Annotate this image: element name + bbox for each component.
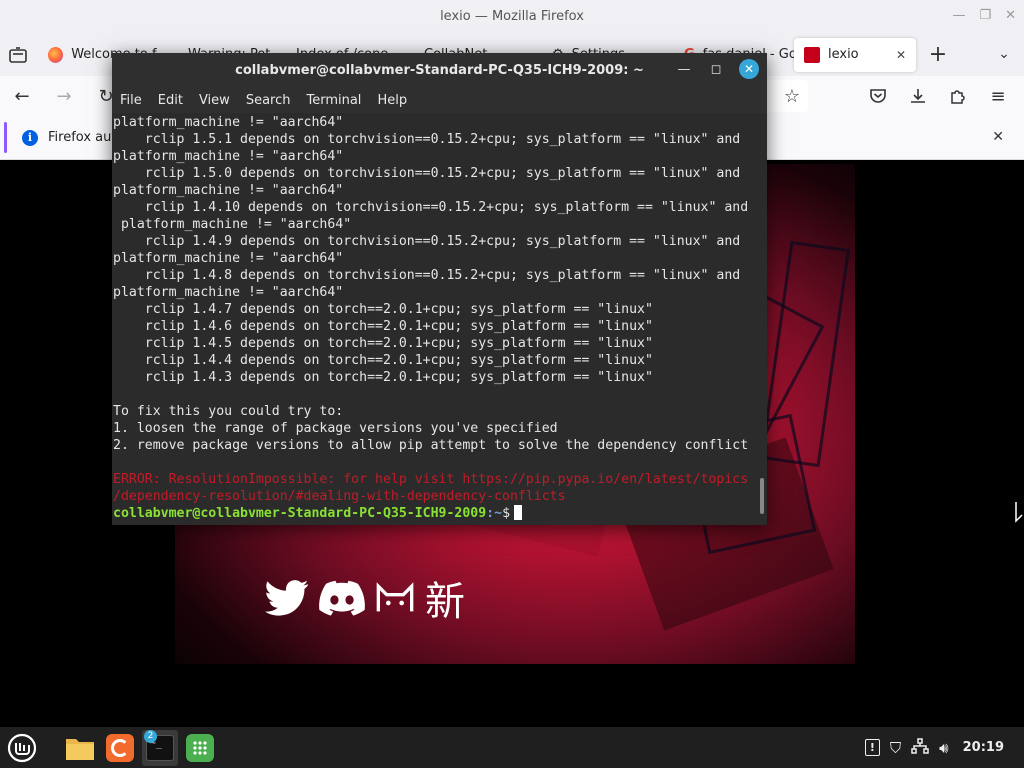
terminal-taskbar-icon[interactable]: 2 ~_ [142,729,178,766]
terminal-window: collabvmer@collabvmer-Standard-PC-Q35-IC… [112,53,767,525]
terminal-line: rclip 1.4.9 depends on torchvision==0.15… [113,234,741,249]
taskbar: 2 ~_ ! ⛉ 🔊︎ 20:19 [0,727,1024,768]
pocket-icon[interactable] [866,84,890,108]
terminal-line: platform_machine != "aarch64" [113,251,344,266]
cursor [514,505,523,520]
minimize-icon[interactable]: — [952,8,965,23]
menu-search[interactable]: Search [246,93,291,108]
terminal-maximize-icon[interactable]: ◻ [707,62,725,77]
new-tab-icon[interactable]: + [926,42,950,67]
close-tab-icon[interactable]: ✕ [896,48,906,62]
prompt-symbol: $ [502,506,511,521]
forward-icon[interactable]: → [52,84,76,108]
close-icon[interactable]: ✕ [1005,8,1016,23]
hamburger-menu-icon[interactable]: ≡ [986,84,1010,108]
terminal-line: To fix this you could try to: [113,404,344,419]
window-title: lexio — Mozilla Firefox [440,9,584,24]
terminal-line: rclip 1.4.8 depends on torchvision==0.15… [113,268,741,283]
lexio-icon [804,46,820,63]
firefox-taskbar-icon[interactable] [102,730,138,766]
menu-file[interactable]: File [120,93,142,108]
terminal-title: collabvmer@collabvmer-Standard-PC-Q35-IC… [235,62,644,78]
terminal-line: platform_machine != "aarch64" [113,285,344,300]
terminal-line: rclip 1.4.7 depends on torch==2.0.1+cpu;… [113,302,653,317]
terminal-menubar: File Edit View Search Terminal Help [112,87,767,113]
terminal-output[interactable]: platform_machine != "aarch64" rclip 1.5.… [112,114,767,525]
volume-icon[interactable]: 🔊︎ [939,739,948,757]
discord-icon[interactable] [319,575,365,621]
info-icon: i [22,129,38,146]
terminal-line: rclip 1.4.6 depends on torch==2.0.1+cpu;… [113,319,653,334]
files-icon[interactable] [62,730,98,766]
terminal-line: rclip 1.4.4 depends on torch==2.0.1+cpu;… [113,353,653,368]
extensions-icon[interactable] [946,84,970,108]
mouse-pointer-icon [1014,501,1024,527]
downloads-icon[interactable] [906,84,930,108]
prompt-user: collabvmer@collabvmer-Standard-PC-Q35-IC… [113,506,487,521]
terminal-line: rclip 1.4.3 depends on torch==2.0.1+cpu;… [113,370,653,385]
menu-terminal[interactable]: Terminal [306,93,361,108]
back-icon[interactable]: ← [10,84,34,108]
prompt-path: :~ [486,506,503,521]
firefox-titlebar: lexio — Mozilla Firefox — ❐ ✕ [0,0,1024,33]
terminal-line: rclip 1.5.1 depends on torchvision==0.15… [113,132,741,147]
terminal-line: platform_machine != "aarch64" [113,115,344,130]
shield-icon[interactable]: ⛉ [890,739,901,757]
tab-lexio[interactable]: lexio ✕ [794,37,916,72]
terminal-line: rclip 1.4.10 depends on torchvision==0.1… [113,200,749,215]
terminal-line: rclip 1.4.5 depends on torch==2.0.1+cpu;… [113,336,653,351]
social-links: 新 [265,569,465,627]
terminal-close-icon[interactable]: ✕ [739,59,759,79]
terminal-line: rclip 1.5.0 depends on torchvision==0.15… [113,166,741,181]
bookmark-star-icon[interactable]: ☆ [784,86,800,107]
system-tray: ! ⛉ 🔊︎ 20:19 [864,727,1024,768]
terminal-line: 2. remove package versions to allow pip … [113,438,749,453]
terminal-line: platform_machine != "aarch64" [113,217,352,232]
terminal-line: 1. loosen the range of package versions … [113,421,558,436]
clock[interactable]: 20:19 [963,740,1004,755]
firefox-icon [48,46,64,63]
menu-view[interactable]: View [199,93,230,108]
terminal-titlebar[interactable]: collabvmer@collabvmer-Standard-PC-Q35-IC… [112,53,767,87]
terminal-line: platform_machine != "aarch64" [113,183,344,198]
notification-text: Firefox aut [48,130,117,145]
terminal-error-line: /dependency-resolution/#dealing-with-dep… [113,489,566,504]
terminal-error-line: ERROR: ResolutionImpossible: for help vi… [113,472,749,487]
terminal-prompt[interactable]: collabvmer@collabvmer-Standard-PC-Q35-IC… [113,505,767,522]
calculator-icon[interactable] [182,730,218,766]
terminal-minimize-icon[interactable]: — [675,62,693,77]
network-icon[interactable] [911,737,929,758]
start-menu-icon[interactable] [4,730,40,766]
cat-icon[interactable] [375,575,415,621]
terminal-window-count: 2 [144,729,157,743]
update-icon[interactable]: ! [864,739,880,756]
menu-help[interactable]: Help [377,93,407,108]
menu-edit[interactable]: Edit [158,93,183,108]
tab-list-chevron-icon[interactable]: ⌄ [992,42,1016,66]
twitter-icon[interactable] [265,575,309,621]
new-character-icon[interactable]: 新 [425,569,465,627]
notification-close-icon[interactable]: ✕ [992,129,1004,145]
terminal-line: platform_machine != "aarch64" [113,149,344,164]
maximize-icon[interactable]: ❐ [979,8,991,23]
tab-overview-icon[interactable] [6,43,30,67]
terminal-scrollbar[interactable] [760,478,764,514]
